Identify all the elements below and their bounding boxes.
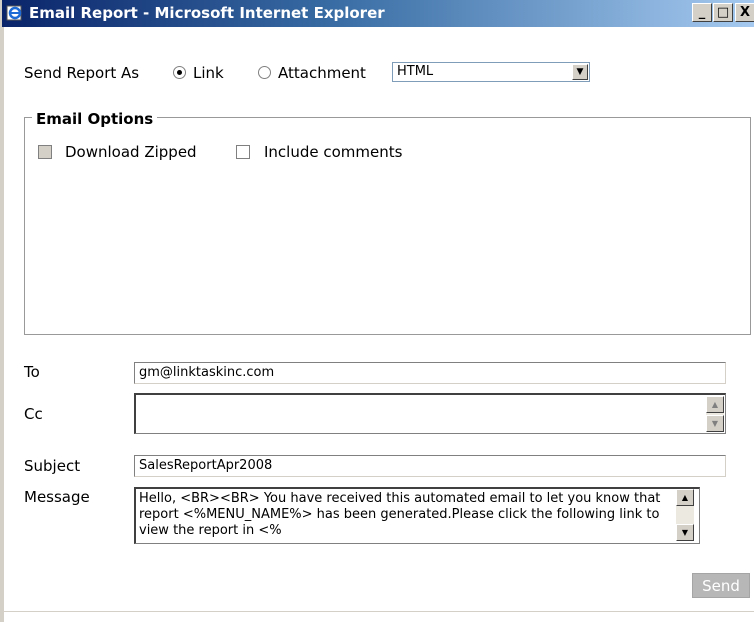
subject-value: SalesReportApr2008: [139, 458, 273, 473]
bottom-divider: [2, 611, 754, 612]
subject-label: Subject: [24, 457, 81, 475]
maximize-button[interactable]: □: [713, 3, 733, 22]
ie-icon: [6, 5, 22, 21]
scroll-up-icon[interactable]: ▲: [676, 489, 694, 506]
message-scrollbar[interactable]: ▲ ▼: [676, 489, 694, 541]
download-zipped-label: Download Zipped: [65, 143, 197, 161]
message-field[interactable]: Hello, <BR><BR> You have received this a…: [134, 487, 700, 544]
to-value: gm@linktaskinc.com: [139, 365, 275, 380]
window-border: [2, 27, 4, 622]
radio-link-label: Link: [193, 64, 224, 82]
to-label: To: [24, 363, 40, 381]
format-select-value: HTML: [397, 64, 434, 79]
send-as-label: Send Report As: [24, 64, 140, 82]
message-value: Hello, <BR><BR> You have received this a…: [139, 491, 661, 538]
to-field[interactable]: gm@linktaskinc.com: [134, 362, 726, 384]
scroll-up-icon[interactable]: ▲: [706, 396, 724, 413]
include-comments-checkbox[interactable]: [236, 145, 250, 159]
include-comments-label: Include comments: [264, 143, 403, 161]
email-options-legend: Email Options: [32, 110, 158, 128]
scroll-down-icon[interactable]: ▼: [676, 524, 694, 541]
radio-link[interactable]: [173, 66, 186, 79]
radio-attachment-label: Attachment: [278, 64, 366, 82]
cc-scrollbar[interactable]: ▲ ▼: [706, 396, 724, 432]
email-report-window: Email Report - Microsoft Internet Explor…: [0, 0, 754, 622]
message-label: Message: [24, 488, 90, 506]
minimize-button[interactable]: _: [692, 3, 712, 22]
chevron-down-icon[interactable]: ▼: [572, 64, 588, 80]
download-zipped-checkbox[interactable]: [38, 145, 52, 159]
scroll-down-icon[interactable]: ▼: [706, 415, 724, 432]
subject-field[interactable]: SalesReportApr2008: [134, 455, 726, 477]
send-button[interactable]: Send: [692, 573, 750, 598]
cc-field[interactable]: ▲ ▼: [134, 393, 726, 434]
title-bar[interactable]: Email Report - Microsoft Internet Explor…: [2, 0, 754, 27]
format-select[interactable]: HTML ▼: [392, 62, 590, 82]
window-title: Email Report - Microsoft Internet Explor…: [29, 4, 385, 22]
cc-label: Cc: [24, 405, 43, 423]
radio-attachment[interactable]: [258, 66, 271, 79]
close-button[interactable]: X: [735, 3, 754, 22]
